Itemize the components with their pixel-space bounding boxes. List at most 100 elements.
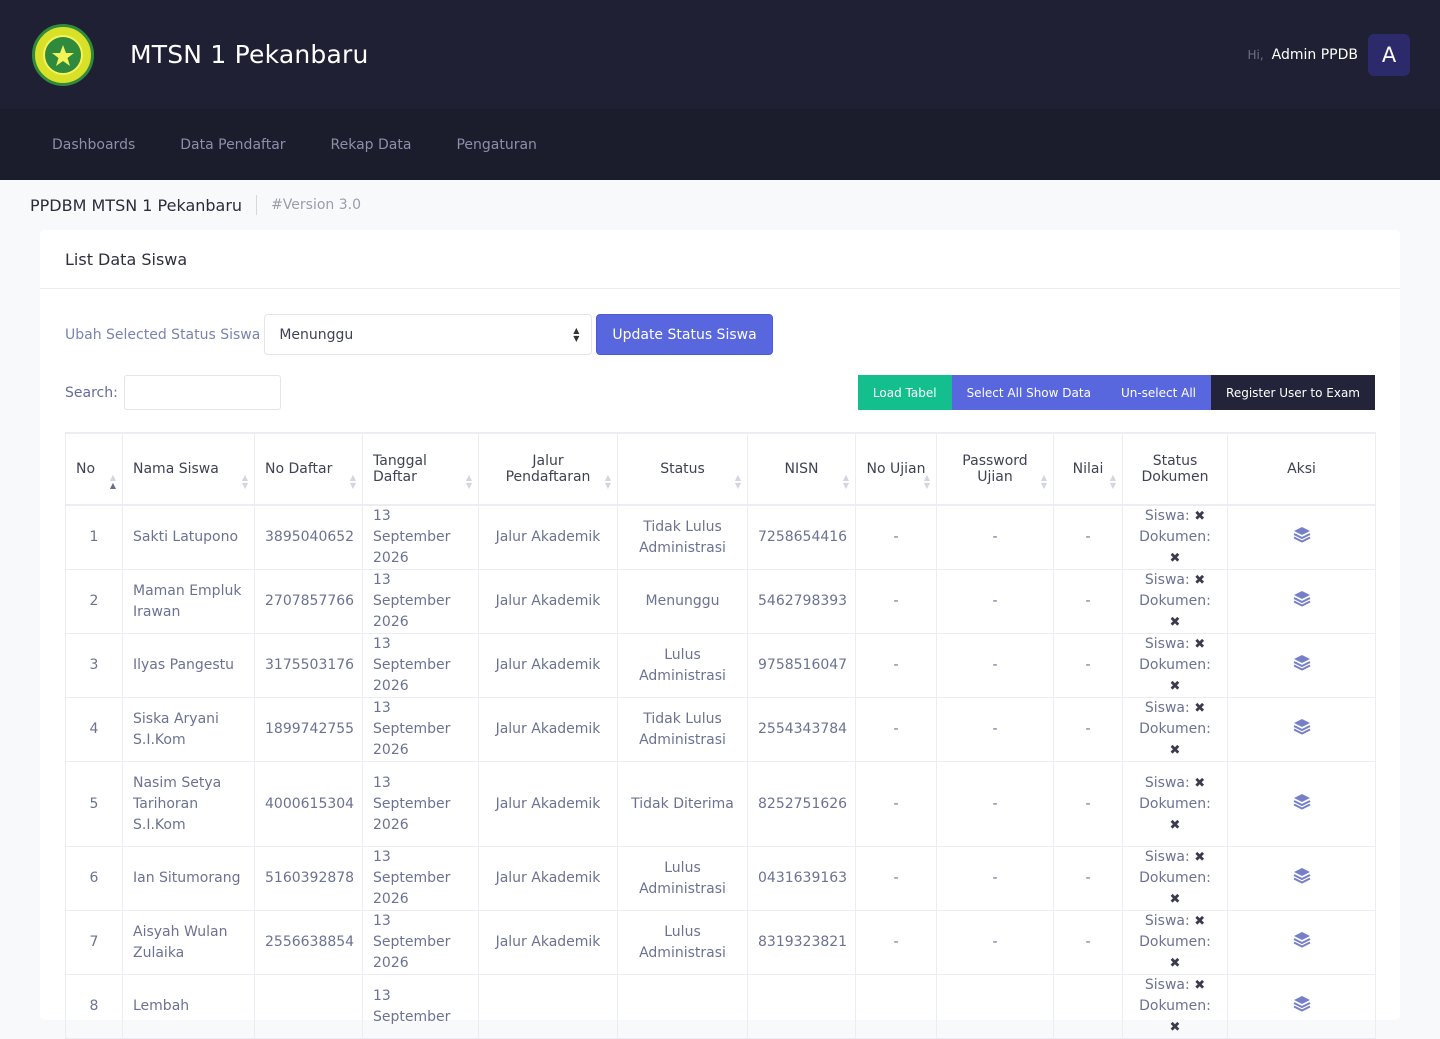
cell-no-ujian: - xyxy=(855,697,937,762)
layers-icon[interactable] xyxy=(1293,866,1311,891)
cell-status: Tidak Lulus Administrasi xyxy=(617,504,748,570)
cross-icon: ✖ xyxy=(1169,817,1181,833)
table-row[interactable]: 2 Maman Empluk Irawan 2707857766 13 Septemb… xyxy=(65,569,1376,634)
avatar[interactable]: A xyxy=(1368,33,1410,76)
cell-status-dokumen: Siswa: ✖ Dokumen: ✖ xyxy=(1122,697,1228,762)
cross-icon: ✖ xyxy=(1169,679,1181,694)
layers-icon[interactable] xyxy=(1293,525,1311,550)
app-title[interactable]: MTSN 1 Pekanbaru xyxy=(130,40,369,69)
col-header-password[interactable]: Password Ujian ▲ ▼ xyxy=(936,432,1054,506)
cell-no-ujian: - xyxy=(855,504,937,570)
table-row[interactable]: 5 Nasim Setya Tarihoran S.I.Kom 4000615304… xyxy=(65,761,1376,847)
cell-aksi xyxy=(1227,569,1376,634)
card-title: List Data Siswa xyxy=(65,249,188,269)
cross-icon: ✖ xyxy=(1194,637,1206,652)
nav-item-data-pendaftar[interactable]: Data Pendaftar xyxy=(180,137,285,153)
col-header-nilai[interactable]: Nilai ▲ ▼ xyxy=(1053,432,1123,506)
table-row[interactable]: 4 Siska Aryani S.I.Kom 1899742755 13 Septem… xyxy=(65,697,1376,762)
search-input[interactable] xyxy=(123,375,281,410)
cell-nisn: 2554343784 xyxy=(747,697,856,762)
siswa-label: Siswa: xyxy=(1144,636,1190,652)
status-select[interactable]: Menunggu ▲ ▼ xyxy=(264,314,593,355)
sort-icon: ▲ ▼ xyxy=(1109,473,1116,490)
table-row[interactable]: 8 Lembah 13 September Siswa: ✖ Dokumen: ✖ xyxy=(65,974,1376,1039)
dokumen-label: Dokumen: xyxy=(1139,870,1211,886)
cross-icon: ✖ xyxy=(1169,1020,1181,1035)
cell-status-dokumen: Siswa: ✖ Dokumen: ✖ xyxy=(1122,633,1228,698)
version-label: #Version 3.0 xyxy=(271,197,362,213)
top-header: MTSN 1 Pekanbaru Hi, Admin PPDB A xyxy=(0,0,1440,109)
sort-icon: ▲ ▼ xyxy=(734,473,741,490)
cell-nisn: 9758516047 xyxy=(747,633,856,698)
layers-icon[interactable] xyxy=(1293,589,1311,614)
update-status-button[interactable]: Update Status Siswa xyxy=(596,314,773,355)
layers-icon[interactable] xyxy=(1293,994,1311,1019)
cross-icon: ✖ xyxy=(1169,615,1181,630)
cell-no: 7 xyxy=(65,910,123,975)
col-header-nama[interactable]: Nama Siswa ▲ ▼ xyxy=(122,432,255,506)
dokumen-label: Dokumen: xyxy=(1139,795,1211,812)
cell-status: Tidak Diterima xyxy=(617,761,748,847)
col-header-nisn[interactable]: NISN ▲ ▼ xyxy=(747,432,856,506)
cell-aksi xyxy=(1227,504,1376,570)
cell-password: - xyxy=(936,846,1054,911)
cell-jalur: Jalur Akademik xyxy=(478,569,618,634)
cell-no: 3 xyxy=(65,633,123,698)
cell-password: - xyxy=(936,910,1054,975)
dokumen-label: Dokumen: xyxy=(1139,934,1211,950)
user-name[interactable]: Admin PPDB xyxy=(1272,47,1358,63)
cell-tanggal: 13 September 2026 xyxy=(362,761,479,847)
cell-no-ujian: - xyxy=(855,910,937,975)
divider xyxy=(256,195,258,215)
dokumen-label: Dokumen: xyxy=(1139,529,1211,545)
table-toolbar: Search: Load Tabel Select All Show Data … xyxy=(65,375,1375,410)
table-row[interactable]: 6 Ian Situmorang 5160392878 13 September 20… xyxy=(65,846,1376,911)
cell-no: 8 xyxy=(65,974,123,1039)
register-exam-button[interactable]: Register User to Exam xyxy=(1211,375,1375,410)
cell-nisn: 0431639163 xyxy=(747,846,856,911)
layers-icon[interactable] xyxy=(1293,653,1311,678)
school-logo[interactable] xyxy=(32,23,94,86)
nav-item-rekap-data[interactable]: Rekap Data xyxy=(331,137,412,153)
col-header-no[interactable]: No ▲ ▲ xyxy=(65,432,123,506)
nav-item-pengaturan[interactable]: Pengaturan xyxy=(456,137,536,153)
cell-nilai: - xyxy=(1053,910,1123,975)
table-row[interactable]: 7 Aisyah Wulan Zulaika 2556638854 13 Septem… xyxy=(65,910,1376,975)
cell-status-dokumen: Siswa: ✖ Dokumen: ✖ xyxy=(1122,974,1228,1039)
page-title: PPDBM MTSN 1 Pekanbaru xyxy=(30,195,243,215)
cell-tanggal: 13 September 2026 xyxy=(362,504,479,570)
cell-no: 1 xyxy=(65,504,123,570)
select-all-button[interactable]: Select All Show Data xyxy=(951,375,1106,410)
cell-nilai: - xyxy=(1053,569,1123,634)
siswa-label: Siswa: xyxy=(1144,700,1190,716)
user-menu[interactable]: Hi, Admin PPDB A xyxy=(1247,33,1410,76)
sort-icon: ▲ ▼ xyxy=(349,473,356,490)
dokumen-label: Dokumen: xyxy=(1139,593,1211,609)
col-header-status[interactable]: Status ▲ ▼ xyxy=(617,432,748,506)
cell-nisn: 8252751626 xyxy=(747,761,856,847)
nav-item-dashboards[interactable]: Dashboards xyxy=(52,137,135,153)
cell-nisn: 5462798393 xyxy=(747,569,856,634)
col-header-no-daftar[interactable]: No Daftar ▲ ▼ xyxy=(254,432,363,506)
cell-aksi xyxy=(1227,974,1376,1039)
table-action-buttons: Load Tabel Select All Show Data Un-selec… xyxy=(857,375,1375,410)
cell-no-ujian: - xyxy=(855,569,937,634)
col-header-tanggal[interactable]: Tanggal Daftar ▲ ▼ xyxy=(362,432,479,506)
unselect-all-button[interactable]: Un-select All xyxy=(1105,375,1212,410)
col-header-no-ujian[interactable]: No Ujian ▲ ▼ xyxy=(855,432,937,506)
cell-status-dokumen: Siswa: ✖ Dokumen: ✖ xyxy=(1122,910,1228,975)
cell-no-daftar: 4000615304 xyxy=(254,761,363,847)
table-row[interactable]: 1 Sakti Latupono 3895040652 13 September 20… xyxy=(65,504,1376,570)
sort-icon: ▲ ▼ xyxy=(241,473,248,490)
col-header-jalur[interactable]: Jalur Pendaftaran ▲ ▼ xyxy=(478,432,618,506)
dokumen-label: Dokumen: xyxy=(1139,721,1211,737)
col-header-status-dokumen[interactable]: Status Dokumen xyxy=(1122,432,1228,506)
cell-tanggal: 13 September 2026 xyxy=(362,697,479,762)
table-row[interactable]: 3 Ilyas Pangestu 3175503176 13 September 20… xyxy=(65,633,1376,698)
layers-icon[interactable] xyxy=(1293,930,1311,955)
layers-icon[interactable] xyxy=(1293,717,1311,742)
load-table-button[interactable]: Load Tabel xyxy=(857,375,952,410)
cross-icon: ✖ xyxy=(1194,775,1206,791)
layers-icon[interactable] xyxy=(1293,792,1311,817)
cross-icon: ✖ xyxy=(1169,743,1181,758)
